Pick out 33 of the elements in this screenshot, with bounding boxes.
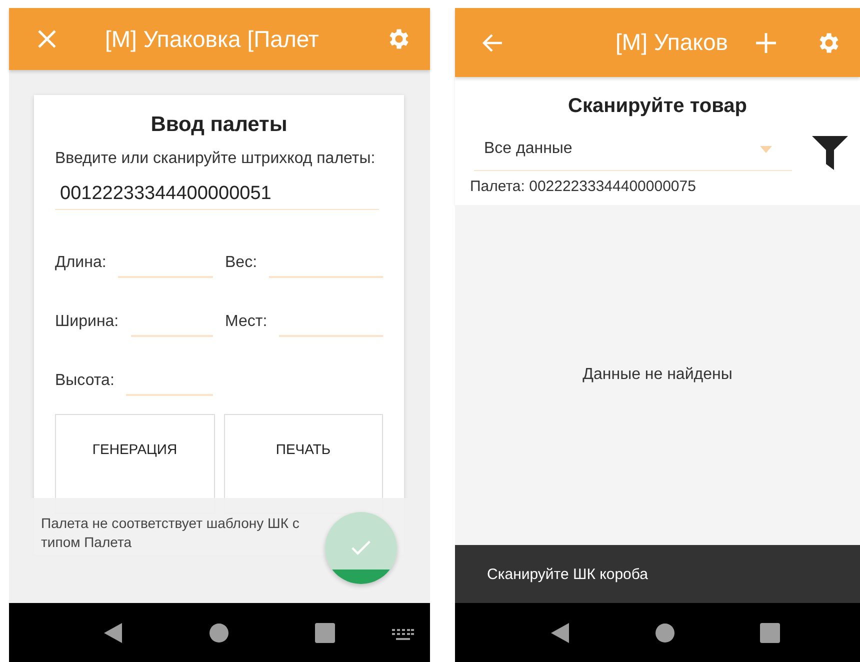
input-field[interactable] xyxy=(118,275,213,278)
snackbar-message: Сканируйте ШК короба xyxy=(487,566,648,582)
field-label: Мест: xyxy=(225,313,268,332)
field-label: Вес: xyxy=(225,254,258,273)
screen-title: [М] Упаковка [Палет xyxy=(105,26,320,52)
barcode-field[interactable]: 00122233344400000051 xyxy=(55,183,379,210)
field-label: Высота: xyxy=(55,372,114,391)
input-field[interactable] xyxy=(130,334,213,337)
screen-title: [М] Упаков xyxy=(616,29,728,56)
field-label: Длина: xyxy=(55,254,106,273)
empty-message: Данные не найдены xyxy=(582,366,732,384)
back-arrow-icon[interactable] xyxy=(481,32,503,52)
barcode-prompt: Введите или сканируйте штрихкод палеты: xyxy=(55,149,376,169)
back-icon[interactable] xyxy=(103,622,123,644)
keyboard-icon[interactable] xyxy=(392,629,414,641)
filter-icon[interactable] xyxy=(812,136,848,170)
input-field[interactable] xyxy=(269,275,383,278)
recents-icon[interactable] xyxy=(315,622,335,642)
screen-heading: Сканируйте товар xyxy=(567,95,748,118)
add-icon[interactable] xyxy=(755,32,777,54)
home-icon[interactable] xyxy=(655,622,675,642)
close-icon[interactable] xyxy=(37,29,57,49)
filter-dropdown[interactable]: Все данные xyxy=(474,134,792,171)
recents-icon[interactable] xyxy=(760,622,780,642)
back-icon[interactable] xyxy=(550,622,570,644)
caret-icon xyxy=(760,146,772,152)
input-field[interactable] xyxy=(126,393,213,396)
card-title: Ввод палеты xyxy=(150,113,288,137)
field-label: Ширина: xyxy=(55,313,119,332)
home-icon[interactable] xyxy=(209,622,229,642)
pallet-info: Палета: 00222233344400000075 xyxy=(470,178,697,195)
input-field[interactable] xyxy=(279,334,383,337)
toast-message: Палета не соответствует шаблону ШК с типом Палета xyxy=(41,514,300,552)
